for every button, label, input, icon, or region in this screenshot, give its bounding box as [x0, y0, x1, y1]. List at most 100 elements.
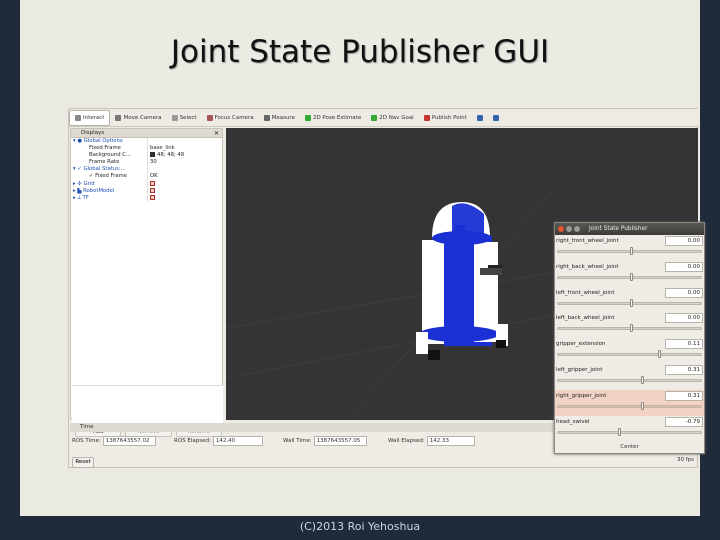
joint-slider[interactable] — [557, 350, 702, 359]
display-property-name: ✓ Fixed Frame — [89, 173, 128, 180]
joint-value-field[interactable]: 0.31 — [665, 390, 703, 401]
tool-label: Publish Point — [431, 114, 467, 121]
display-tree-row[interactable]: ▸ ▙ RobotModel — [71, 187, 222, 195]
display-property-value[interactable]: 30 — [147, 159, 222, 167]
jsp-title: Joint State Publisher — [589, 226, 648, 232]
display-property-value[interactable]: base_link — [147, 145, 222, 153]
display-property-value[interactable] — [147, 187, 222, 195]
tool-measure[interactable]: Measure — [259, 110, 300, 126]
reset-button[interactable]: Reset — [72, 457, 94, 468]
display-tree-row[interactable]: ✓ Fixed Frame OK — [71, 173, 222, 181]
ros-time-label: ROS Time: — [72, 438, 101, 444]
tool-2d-pose-estimate[interactable]: 2D Pose Estimate — [300, 110, 366, 126]
tool-label: Focus Camera — [214, 114, 254, 121]
close-icon[interactable]: ✕ — [214, 129, 219, 138]
displays-panel-header: Displays ✕ — [71, 129, 222, 138]
joint-value-field[interactable]: 0.11 — [665, 339, 703, 350]
display-property-name: ▾ ● Global Options — [73, 138, 123, 144]
joint-name: gripper_extension — [556, 341, 606, 348]
display-tree-row[interactable]: Background C... 48; 48; 48 — [71, 152, 222, 160]
displays-tree: ▾ ● Global Options Fixed Frame base_link Ba… — [71, 138, 222, 202]
wall-elapsed-field: Wall Elapsed: 142.33 — [388, 436, 475, 446]
tool-minus[interactable] — [488, 110, 504, 126]
joint-slider[interactable] — [557, 298, 702, 307]
focus-camera-icon — [206, 114, 213, 121]
hand-icon — [75, 114, 81, 121]
display-value-text: 48; 48; 48 — [157, 152, 185, 159]
wall-time-field: Wall Time: 1387643557.05 — [283, 436, 367, 446]
tool-label: 2D Pose Estimate — [312, 114, 362, 121]
slider-handle[interactable] — [629, 298, 633, 307]
tool-select[interactable]: Select — [167, 110, 202, 126]
joint-value-field[interactable]: 0.00 — [665, 261, 703, 272]
close-icon[interactable] — [558, 226, 564, 232]
slider-handle[interactable] — [640, 375, 644, 384]
tool-focus-camera[interactable]: Focus Camera — [202, 110, 259, 126]
display-property-value[interactable]: OK — [147, 173, 222, 181]
display-property-name: ▸ ▙ RobotModel — [73, 187, 115, 194]
minimize-icon[interactable] — [566, 226, 572, 232]
display-property-value[interactable]: 48; 48; 48 — [147, 152, 222, 160]
joint-row: gripper_extension 0.11 — [555, 338, 704, 364]
joint-name: left_back_wheel_joint — [556, 315, 615, 322]
joint-slider[interactable] — [557, 375, 702, 384]
slider-handle[interactable] — [629, 247, 633, 255]
joint-slider[interactable] — [557, 272, 702, 281]
joint-slider[interactable] — [557, 401, 702, 410]
color-swatch[interactable] — [150, 152, 155, 158]
slider-handle[interactable] — [658, 350, 662, 359]
wall-time-label: Wall Time: — [283, 438, 312, 444]
joint-slider[interactable] — [557, 324, 702, 333]
enable-checkbox[interactable] — [150, 187, 155, 193]
display-tree-row[interactable]: ▸ ⟂ TF — [71, 194, 222, 202]
tool-label: 2D Nav Goal — [379, 114, 414, 121]
display-property-value[interactable] — [147, 194, 222, 202]
slider-handle[interactable] — [629, 272, 633, 281]
slide: Joint State Publisher GUI Interact Move C… — [20, 0, 705, 516]
joint-name: left_gripper_joint — [556, 366, 603, 373]
slider-handle[interactable] — [640, 401, 644, 410]
tool-plus[interactable] — [472, 110, 488, 126]
select-icon — [171, 114, 178, 121]
footer: (C)2013 Roi Yehoshua — [299, 520, 421, 533]
joint-value-field[interactable]: 0.31 — [665, 364, 703, 375]
joint-value-field[interactable]: 0.00 — [665, 236, 703, 246]
joint-slider[interactable] — [557, 247, 702, 255]
maximize-icon[interactable] — [574, 226, 580, 232]
enable-checkbox[interactable] — [150, 180, 155, 186]
display-value-text: base_link — [150, 145, 175, 152]
jsp-titlebar: Joint State Publisher — [555, 223, 704, 235]
joint-name: right_back_wheel_joint — [556, 263, 619, 270]
display-tree-row[interactable]: ▸ ✣ Grid — [71, 180, 222, 188]
joint-name: left_front_wheel_joint — [556, 289, 615, 296]
joint-name: right_gripper_joint — [556, 392, 607, 399]
display-tree-row[interactable]: ▾ ✓ Global Status:... — [71, 166, 222, 174]
slide-title: Joint State Publisher GUI — [170, 34, 550, 70]
enable-checkbox[interactable] — [150, 194, 155, 200]
display-property-value — [147, 138, 222, 146]
joint-value-field[interactable]: -0.79 — [665, 416, 703, 427]
joint-row: left_back_wheel_joint 0.00 — [555, 312, 704, 338]
joint-value-field[interactable]: 0.00 — [665, 287, 703, 298]
joint-slider[interactable] — [557, 427, 702, 436]
publish-point-icon — [423, 114, 430, 121]
slider-handle[interactable] — [629, 324, 633, 333]
joint-row: right_back_wheel_joint 0.00 — [555, 261, 704, 287]
display-tree-row[interactable]: Frame Rate 30 — [71, 159, 222, 167]
joint-value-field[interactable]: 0.00 — [665, 313, 703, 324]
rviz-toolbar: Interact Move Camera Select Focus Camera Mea… — [69, 109, 699, 127]
center-button[interactable]: Center — [556, 443, 703, 452]
tool-move-camera[interactable]: Move Camera — [110, 110, 166, 126]
display-property-value[interactable] — [147, 180, 222, 188]
display-tree-row[interactable]: ▾ ● Global Options — [71, 138, 222, 146]
tool-publish-point[interactable]: Publish Point — [419, 110, 472, 126]
slider-handle[interactable] — [618, 427, 622, 436]
display-tree-row[interactable]: Fixed Frame base_link — [71, 145, 222, 153]
tool-2d-nav-goal[interactable]: 2D Nav Goal — [366, 110, 419, 126]
displays-panel: Displays ✕ ▾ ● Global Options Fixed Frame… — [70, 128, 225, 439]
minus-icon — [492, 114, 499, 121]
time-panel-header: Time — [70, 423, 553, 432]
joint-name: right_front_wheel_joint — [556, 238, 619, 244]
tool-interact[interactable]: Interact — [69, 109, 111, 126]
tool-label: Move Camera — [123, 114, 162, 121]
